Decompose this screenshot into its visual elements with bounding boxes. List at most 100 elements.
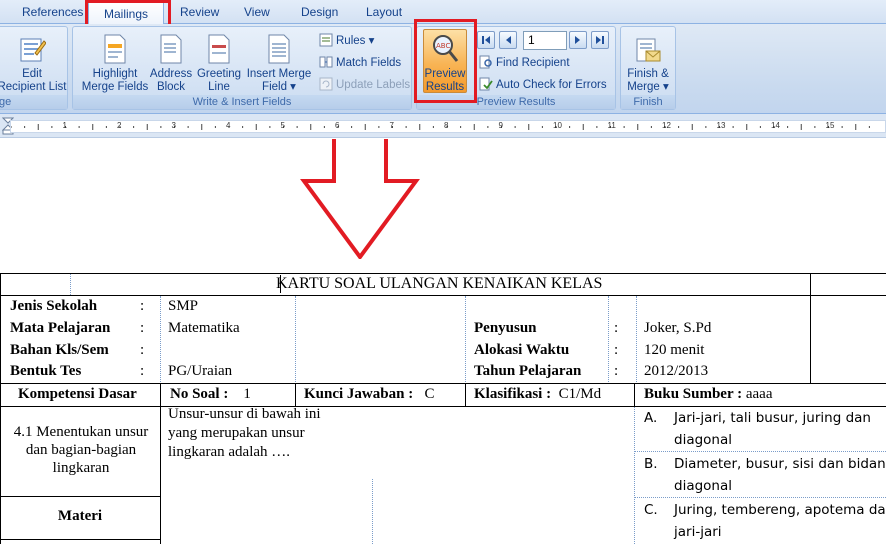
update-labels-button[interactable]: Update Labels bbox=[319, 77, 410, 92]
colon: : bbox=[614, 342, 619, 358]
horizontal-ruler[interactable]: 1 2 3 4 5 6 7 8 9 10 11 12 13 14 15 bbox=[0, 114, 886, 138]
ruler-number: 9 bbox=[498, 121, 503, 130]
colon: : bbox=[614, 320, 619, 336]
label-bahan: Bahan Kls/Sem bbox=[10, 342, 109, 358]
greeting-label-2: Line bbox=[208, 81, 230, 93]
ruler-number: 12 bbox=[662, 121, 671, 130]
tab-layout[interactable]: Layout bbox=[362, 5, 406, 23]
colon: : bbox=[140, 342, 145, 358]
address-label-1: Address bbox=[149, 68, 193, 80]
find-recipient-button[interactable]: Find Recipient bbox=[479, 55, 570, 70]
insert-label-1: Insert Merge bbox=[246, 68, 312, 80]
document-page[interactable]: KARTU SOAL ULANGAN KENAIKAN KELAS Jenis … bbox=[0, 139, 886, 544]
option-letter: A. bbox=[644, 410, 658, 426]
highlight-label-1: Highlight bbox=[92, 68, 138, 80]
insert-field-icon bbox=[268, 34, 290, 64]
ruler-number: 14 bbox=[771, 121, 780, 130]
meta-divider bbox=[634, 384, 635, 407]
update-labels-icon bbox=[319, 77, 333, 91]
first-record-button[interactable] bbox=[477, 31, 495, 49]
kompetensi-dasar-header: Kompetensi Dasar bbox=[18, 386, 137, 402]
option-a: A. Jari-jari, tali busur, juring dan dia… bbox=[644, 407, 884, 453]
no-soal-value: 1 bbox=[243, 386, 251, 402]
insert-merge-field-button[interactable]: Insert Merge Field ▾ bbox=[243, 33, 315, 94]
info-block-divider bbox=[810, 296, 811, 384]
value-jenis-sekolah: SMP bbox=[168, 298, 199, 314]
option-text: Jari-jari, tali busur, juring dan bbox=[674, 410, 871, 426]
option-text: jari-jari bbox=[674, 524, 722, 540]
finish-merge-icon bbox=[636, 38, 661, 62]
match-fields-label: Match Fields bbox=[336, 57, 402, 69]
klasifikasi-value: C1/Md bbox=[558, 386, 602, 402]
rules-button[interactable]: Rules ▾ bbox=[319, 33, 374, 48]
colon: : bbox=[140, 320, 145, 336]
finish-merge-button[interactable]: Finish & Merge ▾ bbox=[621, 33, 675, 94]
no-soal: No Soal : 1 bbox=[170, 386, 251, 403]
option-text: diagonal bbox=[674, 432, 733, 448]
label-alokasi: Alokasi Waktu bbox=[474, 342, 570, 358]
record-number-input[interactable]: 1 bbox=[523, 31, 567, 50]
auto-check-icon bbox=[479, 77, 493, 91]
kunci-label: Kunci Jawaban : bbox=[304, 386, 414, 402]
option-letter: C. bbox=[644, 502, 658, 518]
question-text: Unsur-unsur di bawah ini yang merupakan … bbox=[168, 406, 321, 460]
edit-recipient-list-button[interactable]: Edit Recipient List bbox=[0, 33, 67, 94]
no-soal-label: No Soal : bbox=[170, 386, 229, 402]
previous-record-icon bbox=[506, 36, 511, 44]
tab-design[interactable]: Design bbox=[297, 5, 342, 23]
last-record-button[interactable] bbox=[591, 31, 609, 49]
address-label-2: Block bbox=[156, 81, 186, 93]
rules-icon bbox=[319, 33, 333, 47]
buku-sumber: Buku Sumber : aaaa bbox=[644, 386, 772, 403]
text-cursor bbox=[280, 275, 281, 293]
kd-text: 4.1 Menentukan unsur dan bagian-bagian l… bbox=[13, 424, 149, 476]
ruler-number: 15 bbox=[825, 121, 835, 130]
option-c: C. Juring, tembereng, apotema dan jari-j… bbox=[644, 499, 886, 544]
chevron-down-icon: ▾ bbox=[659, 81, 669, 93]
next-record-icon bbox=[575, 36, 580, 44]
tab-references[interactable]: References bbox=[18, 5, 87, 23]
option-letter: B. bbox=[644, 456, 658, 472]
chevron-down-icon: ▾ bbox=[286, 81, 296, 93]
meta-divider bbox=[465, 384, 466, 407]
tab-review[interactable]: Review bbox=[176, 5, 223, 23]
tab-view[interactable]: View bbox=[240, 5, 274, 23]
ruler-number: 7 bbox=[389, 121, 394, 130]
card-title: KARTU SOAL ULANGAN KENAIKAN KELAS bbox=[276, 275, 603, 292]
edit-label-1: Edit bbox=[22, 68, 42, 80]
address-block-button[interactable]: Address Block bbox=[147, 33, 195, 94]
edit-label-2: Recipient List bbox=[0, 81, 67, 93]
finish-group-label: Finish bbox=[621, 95, 675, 109]
option-text: Juring, tembereng, apotema dan bbox=[674, 502, 886, 518]
previous-record-button[interactable] bbox=[499, 31, 517, 49]
greeting-label-1: Greeting bbox=[196, 68, 242, 80]
ruler-number: 1 bbox=[62, 121, 67, 130]
chevron-down-icon: ▾ bbox=[365, 35, 375, 47]
meta-divider bbox=[295, 384, 296, 407]
red-down-arrow-icon bbox=[300, 139, 420, 259]
colon: : bbox=[140, 298, 145, 314]
ruler-number: 11 bbox=[607, 121, 616, 130]
kunci-jawaban: Kunci Jawaban : C bbox=[304, 386, 434, 403]
last-record-icon bbox=[596, 36, 604, 44]
group-finish: Finish & Merge ▾ Finish bbox=[620, 26, 676, 110]
auto-check-errors-button[interactable]: Auto Check for Errors bbox=[479, 77, 607, 92]
value-mata-pelajaran: Matematika bbox=[168, 320, 240, 336]
ruler-number: 8 bbox=[444, 121, 449, 130]
match-fields-button[interactable]: Match Fields bbox=[319, 55, 401, 70]
highlight-merge-fields-button[interactable]: Highlight Merge Fields bbox=[77, 33, 153, 94]
next-record-button[interactable] bbox=[569, 31, 587, 49]
rules-label: Rules bbox=[336, 35, 366, 47]
greeting-line-button[interactable]: Greeting Line bbox=[193, 33, 245, 94]
materi-header: Materi bbox=[57, 508, 103, 524]
greeting-line-icon bbox=[208, 34, 230, 64]
info-block bbox=[0, 296, 886, 384]
title-row-divider bbox=[810, 273, 811, 296]
first-record-icon bbox=[482, 36, 490, 44]
ruler-number: 2 bbox=[117, 121, 122, 130]
label-tahun: Tahun Pelajaran bbox=[474, 363, 582, 379]
ruler-number: 13 bbox=[716, 121, 726, 130]
label-mata-pelajaran: Mata Pelajaran bbox=[10, 320, 111, 336]
group-start-mail-merge: Edit Recipient List ge bbox=[0, 26, 68, 110]
highlight-fields-icon bbox=[104, 34, 126, 64]
